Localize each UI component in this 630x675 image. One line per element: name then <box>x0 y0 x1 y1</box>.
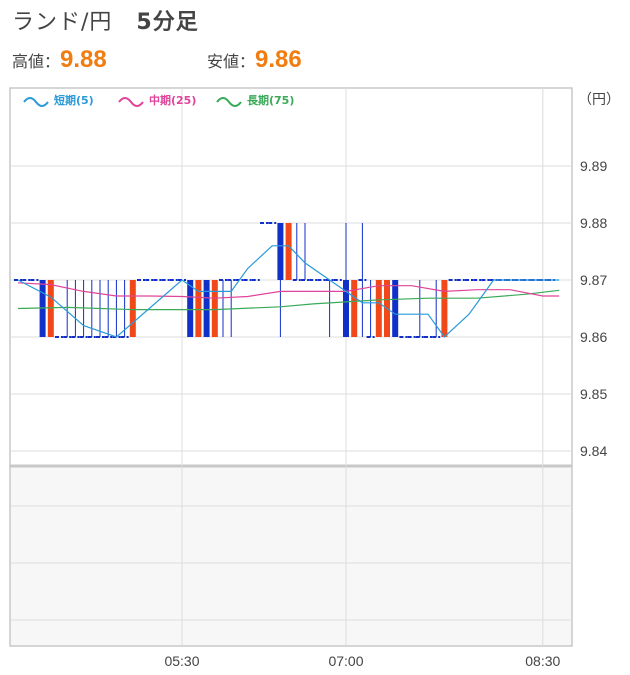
sma75-legend-label: 長期(75) <box>247 93 294 107</box>
x-tick-label: 05:30 <box>164 653 199 669</box>
sub-panel <box>9 465 573 647</box>
price-chart: 9.89 9.88 9.87 9.86 9.85 9.84 05:30 07:00 08:30 （… <box>9 87 620 669</box>
candle-body <box>277 223 284 280</box>
x-tick-label: 07:00 <box>328 653 363 669</box>
candle-body <box>392 280 399 337</box>
candle-body <box>211 280 218 337</box>
candle-body <box>285 223 292 280</box>
candle-body <box>203 280 210 337</box>
candle-body <box>375 280 382 337</box>
candle-body <box>195 280 202 337</box>
candle-body <box>441 280 448 337</box>
legend: 短期(5) 中期(25) 長期(75) <box>23 93 294 107</box>
candle-body <box>129 280 136 337</box>
sma25-legend-label: 中期(25) <box>149 93 196 107</box>
candle-body <box>343 280 349 337</box>
candle-body <box>47 280 54 337</box>
candle-body <box>351 280 358 337</box>
x-tick-label: 08:30 <box>525 653 560 669</box>
y-tick-label: 9.88 <box>580 215 607 231</box>
sma5-legend-label: 短期(5) <box>54 93 94 107</box>
unit-label: （円） <box>578 91 620 107</box>
y-tick-label: 9.86 <box>580 329 607 345</box>
y-tick-label: 9.84 <box>580 443 607 459</box>
y-tick-label: 9.85 <box>580 386 607 402</box>
candle-body <box>187 280 194 337</box>
y-tick-label: 9.89 <box>580 158 607 174</box>
y-tick-label: 9.87 <box>580 272 607 288</box>
